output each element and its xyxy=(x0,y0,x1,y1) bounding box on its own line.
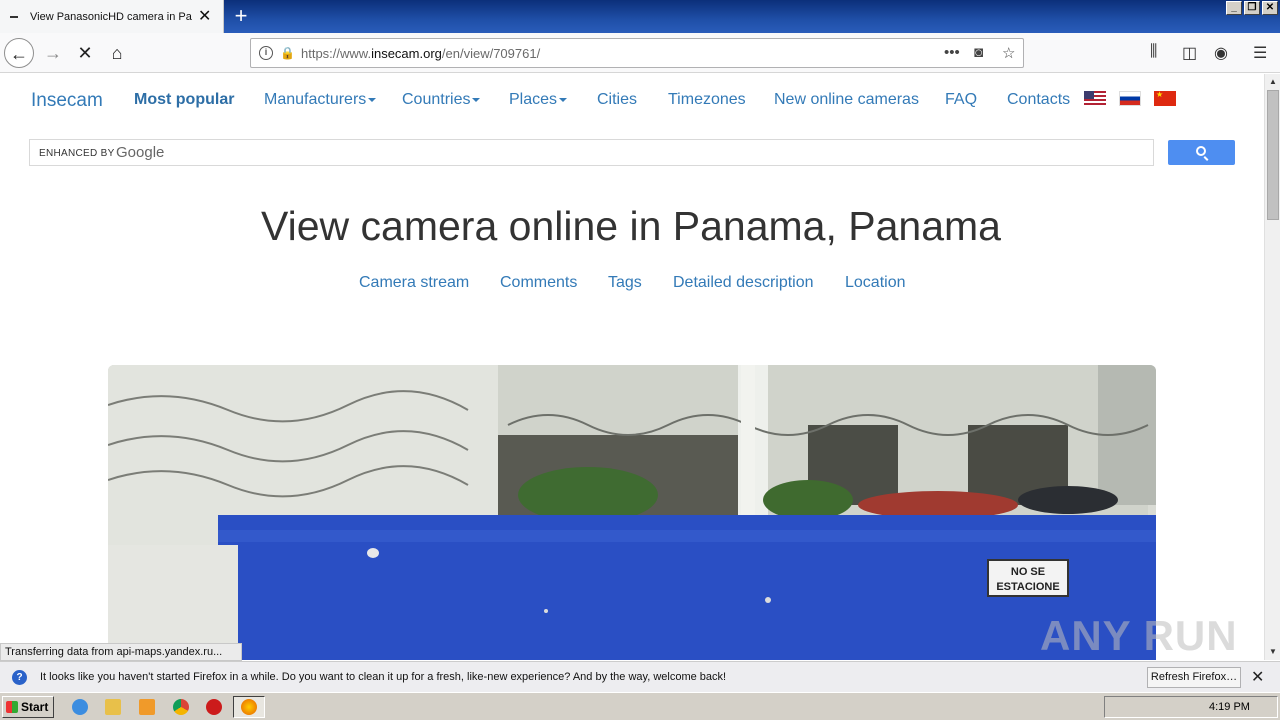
subnav-comments[interactable]: Comments xyxy=(500,274,577,292)
status-text: Transferring data from api-maps.yandex.r… xyxy=(0,643,242,661)
system-tray xyxy=(1104,696,1278,718)
explorer-icon[interactable] xyxy=(105,699,121,715)
nav-timezones[interactable]: Timezones xyxy=(668,91,746,109)
search-input[interactable]: ENHANCED BY Google xyxy=(29,139,1154,166)
search-enhanced-label: ENHANCED BY xyxy=(39,148,115,159)
stop-loading-button[interactable]: ✕ xyxy=(70,38,100,68)
tab-favicon-icon xyxy=(10,15,18,18)
flag-ru-icon[interactable] xyxy=(1119,91,1141,106)
refresh-firefox-button[interactable]: Refresh Firefox… xyxy=(1147,667,1241,688)
window-controls: _ ❐ ✕ xyxy=(1226,1,1278,15)
start-button[interactable]: Start xyxy=(2,696,54,718)
flag-cn-icon[interactable]: ★ xyxy=(1154,91,1176,106)
scroll-down-icon[interactable]: ▼ xyxy=(1265,644,1280,660)
caret-down-icon xyxy=(368,97,377,102)
camera-stream-image[interactable]: NO SE ESTACIONE xyxy=(108,365,1156,660)
nav-contacts[interactable]: Contacts xyxy=(1007,91,1070,109)
windows-taskbar: Start 4:19 PM xyxy=(0,692,1280,720)
new-tab-button[interactable]: + xyxy=(228,3,254,29)
notification-close-icon[interactable]: ✕ xyxy=(1251,667,1264,687)
nav-countries[interactable]: Countries xyxy=(402,91,481,109)
nav-cities[interactable]: Cities xyxy=(597,91,637,109)
caret-down-icon xyxy=(559,97,568,102)
question-icon: ? xyxy=(12,670,27,685)
firefox-icon xyxy=(241,699,257,715)
restore-button[interactable]: ❐ xyxy=(1244,1,1260,15)
site-navbar: Insecam Most popular Manufacturers Count… xyxy=(0,74,1264,124)
browser-tab[interactable]: View PanasonicHD camera in Panama ✕ xyxy=(0,0,224,33)
sign-text-2: ESTACIONE xyxy=(996,581,1059,593)
bookmark-star-icon[interactable]: ☆ xyxy=(1002,44,1015,62)
subnav-detailed-description[interactable]: Detailed description xyxy=(673,274,814,292)
home-button[interactable]: ⌂ xyxy=(102,38,132,68)
nav-new-online-cameras[interactable]: New online cameras xyxy=(774,91,919,109)
tab-title: View PanasonicHD camera in Panama xyxy=(30,10,192,23)
opera-icon[interactable] xyxy=(206,699,222,715)
page-title: View camera online in Panama, Panama xyxy=(261,203,1001,249)
minimize-button[interactable]: _ xyxy=(1226,1,1242,15)
close-window-button[interactable]: ✕ xyxy=(1262,1,1278,15)
subnav-tags[interactable]: Tags xyxy=(608,274,642,292)
search-button[interactable] xyxy=(1168,140,1235,165)
forward-button[interactable]: → xyxy=(38,38,68,68)
chrome-icon[interactable] xyxy=(173,699,189,715)
firefox-taskbar-button[interactable] xyxy=(233,696,265,718)
sign-text-1: NO SE xyxy=(1011,566,1045,578)
nav-faq[interactable]: FAQ xyxy=(945,91,977,109)
site-info-icon[interactable]: i xyxy=(259,46,273,60)
nav-manufacturers[interactable]: Manufacturers xyxy=(264,91,377,109)
google-logo: Google xyxy=(116,144,165,161)
nav-most-popular[interactable]: Most popular xyxy=(134,91,234,109)
camera-scene: NO SE ESTACIONE xyxy=(108,365,1156,660)
sidebar-icon[interactable]: ◫ xyxy=(1182,43,1197,63)
flag-us-icon[interactable] xyxy=(1084,91,1106,106)
anyrun-watermark: ANY RUN xyxy=(1040,612,1238,659)
subnav-location[interactable]: Location xyxy=(845,274,906,292)
media-player-icon[interactable] xyxy=(139,699,155,715)
ie-icon[interactable] xyxy=(72,699,88,715)
notification-bar: ? It looks like you haven't started Fire… xyxy=(0,661,1280,692)
notification-message: It looks like you haven't started Firefo… xyxy=(40,671,727,683)
browser-toolbar: ← → ✕ ⌂ i 🔒 https://www.insecam.org/en/v… xyxy=(0,33,1280,73)
clock: 4:19 PM xyxy=(1209,701,1250,713)
site-brand[interactable]: Insecam xyxy=(31,90,103,112)
url-text: https://www.insecam.org/en/view/709761/ xyxy=(301,46,541,61)
page-actions-icon[interactable]: ••• xyxy=(944,44,960,61)
browser-titlebar: View PanasonicHD camera in Panama ✕ + _ … xyxy=(0,0,1280,33)
account-icon[interactable]: ◉ xyxy=(1214,43,1228,63)
lock-warning-icon[interactable]: 🔒 xyxy=(280,46,295,60)
search-icon xyxy=(1196,146,1206,156)
pocket-icon[interactable]: ◙ xyxy=(974,44,983,61)
back-button[interactable]: ← xyxy=(4,38,34,68)
caret-down-icon xyxy=(472,97,481,102)
subnav-camera-stream[interactable]: Camera stream xyxy=(359,274,469,292)
scrollbar-thumb[interactable] xyxy=(1267,90,1279,220)
tab-close-icon[interactable]: ✕ xyxy=(198,8,211,25)
url-bar[interactable]: i 🔒 https://www.insecam.org/en/view/7097… xyxy=(250,38,1024,68)
page-scrollbar[interactable]: ▲ ▼ xyxy=(1264,74,1280,660)
scroll-up-icon[interactable]: ▲ xyxy=(1265,74,1280,90)
menu-icon[interactable]: ☰ xyxy=(1253,43,1267,63)
nav-places[interactable]: Places xyxy=(509,91,568,109)
library-icon[interactable]: ⫼ xyxy=(1150,43,1157,61)
